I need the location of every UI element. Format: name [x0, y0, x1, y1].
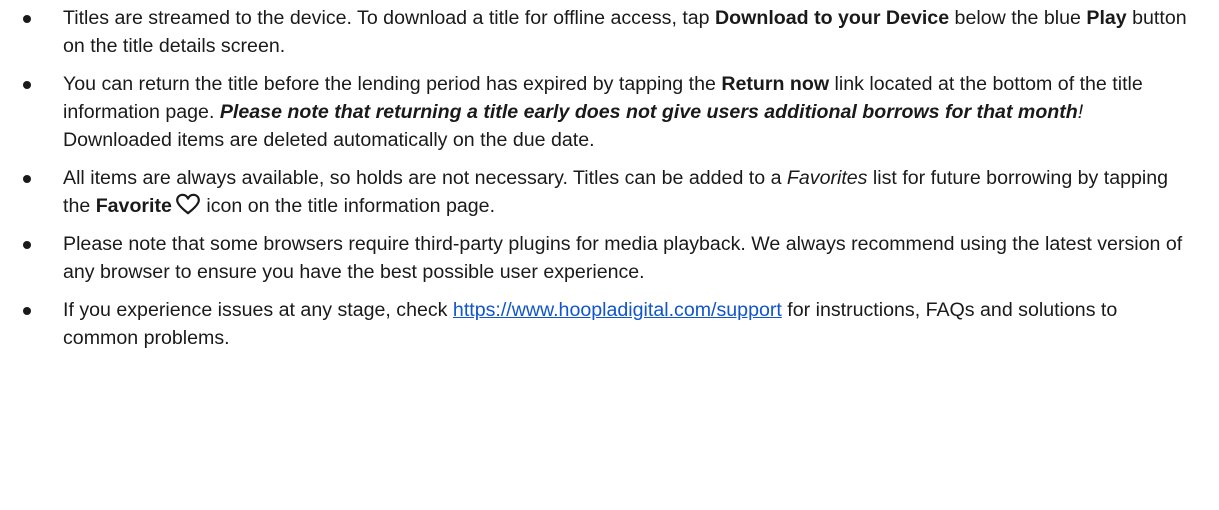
item-text: below the blue — [949, 7, 1087, 29]
list-item: If you experience issues at any stage, c… — [21, 296, 1193, 352]
bullet-list: Titles are streamed to the device. To do… — [21, 4, 1193, 352]
italic-text: ! — [1077, 101, 1084, 123]
italic-text: Favorites — [786, 167, 868, 189]
bold-italic-note: Please note that returning a title early… — [219, 101, 1078, 123]
bold-text: Return now — [721, 73, 830, 95]
item-text: If you experience issues at any stage, c… — [63, 299, 453, 321]
bold-text: Download to your Device — [715, 7, 950, 29]
item-text: Downloaded items are deleted automatical… — [63, 129, 595, 151]
list-item: All items are always available, so holds… — [21, 164, 1193, 220]
item-text: You can return the title before the lend… — [63, 73, 722, 95]
support-link[interactable]: https://www.hoopladigital.com/support — [453, 299, 782, 321]
list-item: You can return the title before the lend… — [21, 70, 1193, 154]
list-item: Please note that some browsers require t… — [21, 230, 1193, 286]
document-body: Titles are streamed to the device. To do… — [0, 0, 1219, 352]
bold-text: Play — [1086, 7, 1127, 29]
bold-text: Favorite — [95, 195, 172, 217]
item-text: All items are always available, so holds… — [63, 167, 787, 189]
item-text: Titles are streamed to the device. To do… — [63, 7, 716, 29]
heart-icon — [176, 193, 200, 215]
list-item: Titles are streamed to the device. To do… — [21, 4, 1193, 60]
item-text: icon on the title information page. — [200, 195, 496, 217]
item-text: Please note that some browsers require t… — [63, 233, 1183, 283]
